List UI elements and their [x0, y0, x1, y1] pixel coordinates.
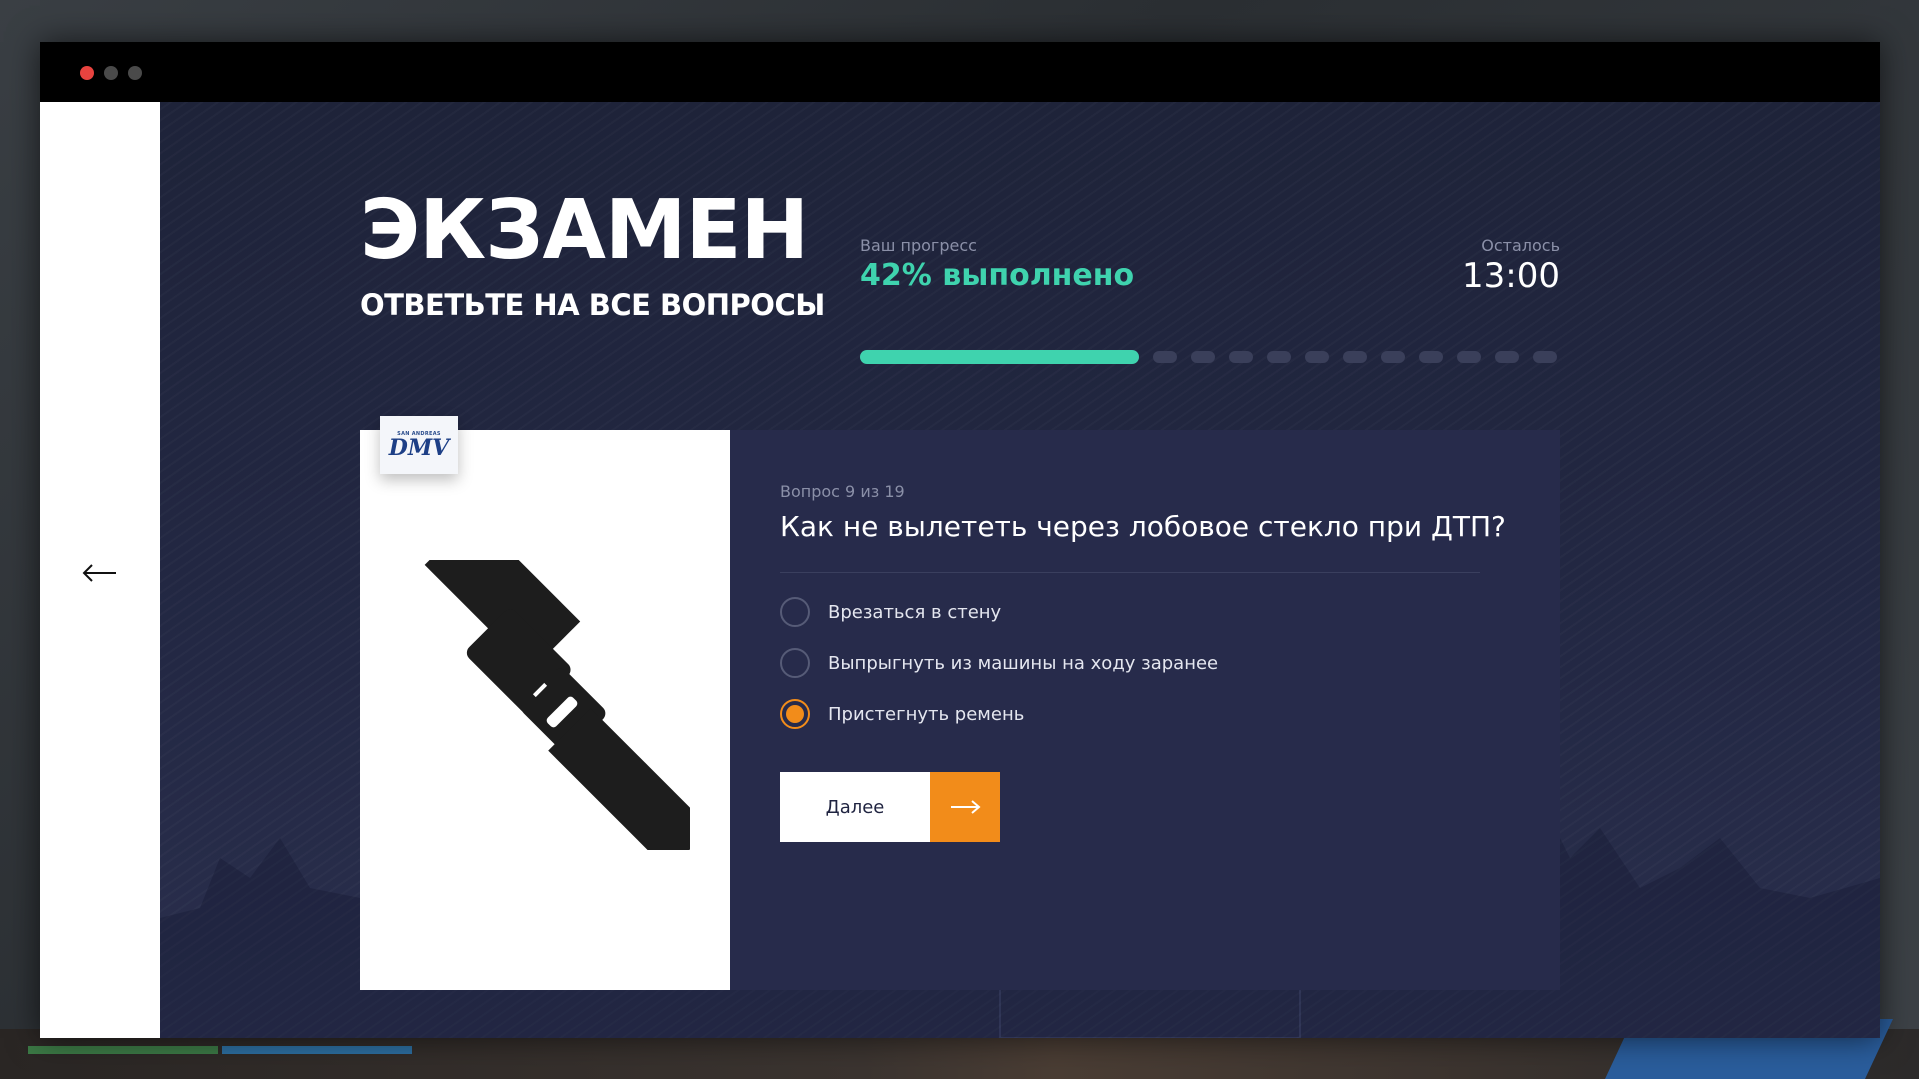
arrow-left-icon[interactable] — [82, 563, 118, 583]
radio-button[interactable] — [780, 597, 810, 627]
progress-segment — [1457, 351, 1481, 363]
arrow-right-icon[interactable] — [930, 772, 1000, 842]
radio-button-selected[interactable] — [780, 699, 810, 729]
exam-window: ЭКЗАМЕН ОТВЕТЬТЕ НА ВСЕ ВОПРОСЫ Ваш прог… — [40, 42, 1880, 1038]
answer-option-3[interactable]: Пристегнуть ремень — [780, 699, 1024, 729]
progress-bar — [860, 350, 1560, 364]
answer-label: Выпрыгнуть из машины на ходу заранее — [828, 652, 1219, 674]
close-dot[interactable] — [80, 66, 94, 80]
answer-option-2[interactable]: Выпрыгнуть из машины на ходу заранее — [780, 648, 1218, 678]
next-button[interactable]: Далее — [780, 772, 1000, 842]
progress-segment — [1153, 351, 1177, 363]
divider — [780, 572, 1480, 573]
progress-label: Ваш прогресс — [860, 236, 977, 255]
seatbelt-icon — [424, 560, 690, 850]
answer-label: Врезаться в стену — [828, 601, 1002, 623]
progress-value: 42% выполнено — [860, 258, 1135, 293]
progress-segment — [1267, 351, 1291, 363]
question-card: SAN ANDREAS DMV Вопрос 9 из 19 Как не вы… — [360, 416, 1560, 990]
progress-segment — [1191, 351, 1215, 363]
dmv-logo: SAN ANDREAS DMV — [380, 416, 458, 474]
question-panel: Вопрос 9 из 19 Как не вылететь через лоб… — [730, 430, 1560, 990]
answer-option-1[interactable]: Врезаться в стену — [780, 597, 1001, 627]
page-subtitle: ОТВЕТЬТЕ НА ВСЕ ВОПРОСЫ — [360, 288, 825, 322]
page-title: ЭКЗАМЕН — [360, 183, 809, 278]
title-bar — [40, 42, 1880, 102]
question-image-panel: SAN ANDREAS DMV — [360, 416, 730, 990]
dmv-logo-text: DMV — [388, 435, 450, 461]
progress-segment — [1419, 351, 1443, 363]
timer-label: Осталось — [1481, 236, 1560, 255]
minimize-dot[interactable] — [104, 66, 118, 80]
progress-segment — [1305, 351, 1329, 363]
progress-segment — [1229, 351, 1253, 363]
timer-value: 13:00 — [1462, 256, 1560, 296]
health-bar — [28, 1046, 218, 1054]
question-text: Как не вылететь через лобовое стекло при… — [780, 510, 1506, 543]
main-content: ЭКЗАМЕН ОТВЕТЬТЕ НА ВСЕ ВОПРОСЫ Ваш прог… — [160, 102, 1880, 1038]
progress-segment — [1343, 351, 1367, 363]
progress-segment — [1533, 351, 1557, 363]
progress-segment — [1495, 351, 1519, 363]
armor-bar — [222, 1046, 412, 1054]
next-button-label[interactable]: Далее — [780, 772, 930, 842]
progress-segment — [1381, 351, 1405, 363]
sidebar — [40, 102, 160, 1038]
radio-button[interactable] — [780, 648, 810, 678]
hud-status-bars — [28, 1046, 413, 1054]
question-counter: Вопрос 9 из 19 — [780, 482, 905, 501]
progress-bar-fill — [860, 350, 1139, 364]
maximize-dot[interactable] — [128, 66, 142, 80]
answer-label: Пристегнуть ремень — [828, 703, 1025, 725]
